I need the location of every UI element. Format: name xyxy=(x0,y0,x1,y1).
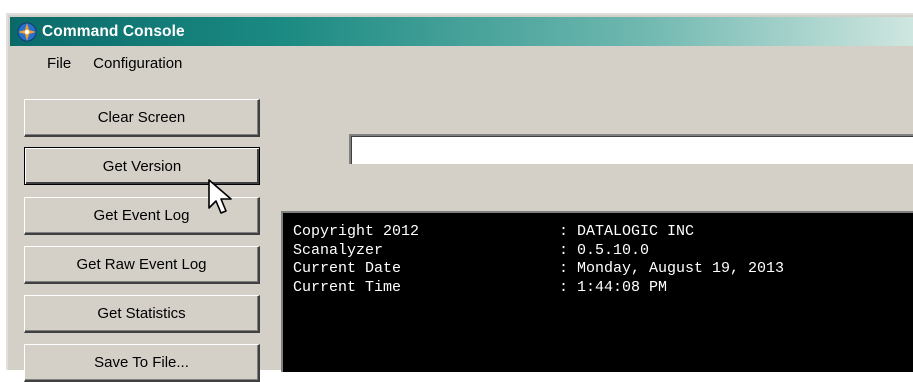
mouse-pointer-icon xyxy=(208,179,232,214)
output-row: Copyright 2012 : DATALOGIC INC xyxy=(293,223,913,242)
output-value: : Monday, August 19, 2013 xyxy=(559,260,785,277)
command-console-window: Command Console File Configuration Clear… xyxy=(6,13,913,382)
app-compass-icon xyxy=(16,21,38,43)
get-raw-event-log-button[interactable]: Get Raw Event Log xyxy=(24,246,260,284)
console-output[interactable]: Copyright 2012 : DATALOGIC INC Scanalyze… xyxy=(281,211,913,372)
output-row: Scanalyzer : 0.5.10.0 xyxy=(293,242,913,261)
output-value: : 1:44:08 PM xyxy=(559,278,668,296)
title-bar[interactable]: Command Console xyxy=(10,17,913,46)
menu-file[interactable]: File xyxy=(10,55,82,72)
window-title: Command Console xyxy=(42,22,185,40)
output-row: Current Time : 1:44:08 PM xyxy=(293,279,913,298)
command-input[interactable] xyxy=(349,134,913,164)
output-value: : 0.5.10.0 xyxy=(559,241,650,259)
output-key: Copyright 2012 xyxy=(293,223,420,240)
output-value: : DATALOGIC INC xyxy=(559,223,695,240)
get-statistics-button[interactable]: Get Statistics xyxy=(24,295,260,333)
menu-configuration[interactable]: Configuration xyxy=(82,55,193,72)
save-to-file-button[interactable]: Save To File... xyxy=(24,344,260,382)
output-key: Current Time xyxy=(293,278,402,296)
output-key: Scanalyzer xyxy=(293,241,384,259)
menu-bar: File Configuration xyxy=(10,48,913,78)
clear-screen-button[interactable]: Clear Screen xyxy=(24,99,260,137)
output-key: Current Date xyxy=(293,260,402,277)
output-row: Current Date : Monday, August 19, 2013 xyxy=(293,260,913,279)
